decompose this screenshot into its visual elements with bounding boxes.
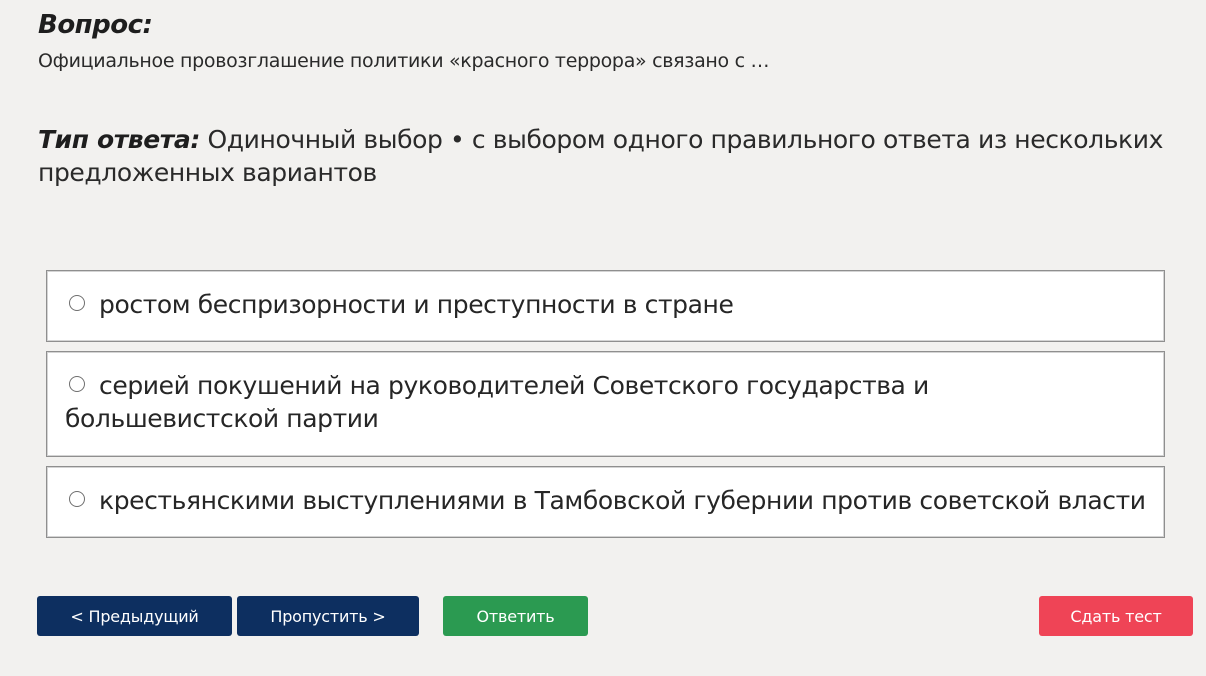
previous-button[interactable]: < Предыдущий xyxy=(37,596,232,636)
answer-option-label: ростом беспризорности и преступности в с… xyxy=(99,290,734,319)
submit-test-button[interactable]: Сдать тест xyxy=(1039,596,1193,636)
answer-option-2[interactable]: серией покушений на руководителей Советс… xyxy=(46,351,1165,457)
answer-button[interactable]: Ответить xyxy=(443,596,588,636)
answer-option-label: серией покушений на руководителей Советс… xyxy=(65,371,929,433)
answer-option-1[interactable]: ростом беспризорности и преступности в с… xyxy=(46,270,1165,342)
question-heading: Вопрос: xyxy=(38,10,153,40)
answer-type: Тип ответа: Одиночный выбор • с выбором … xyxy=(38,123,1168,189)
answer-type-value: Одиночный выбор • с выбором одного прави… xyxy=(38,125,1164,187)
question-text: Официальное провозглашение политики «кра… xyxy=(38,50,770,72)
answer-type-label: Тип ответа: xyxy=(38,125,200,154)
radio-button-icon[interactable] xyxy=(69,295,85,311)
radio-button-icon[interactable] xyxy=(69,491,85,507)
skip-button[interactable]: Пропустить > xyxy=(237,596,419,636)
answer-option-label: крестьянскими выступлениями в Тамбовской… xyxy=(99,486,1146,515)
radio-button-icon[interactable] xyxy=(69,376,85,392)
answer-option-3[interactable]: крестьянскими выступлениями в Тамбовской… xyxy=(46,466,1165,538)
